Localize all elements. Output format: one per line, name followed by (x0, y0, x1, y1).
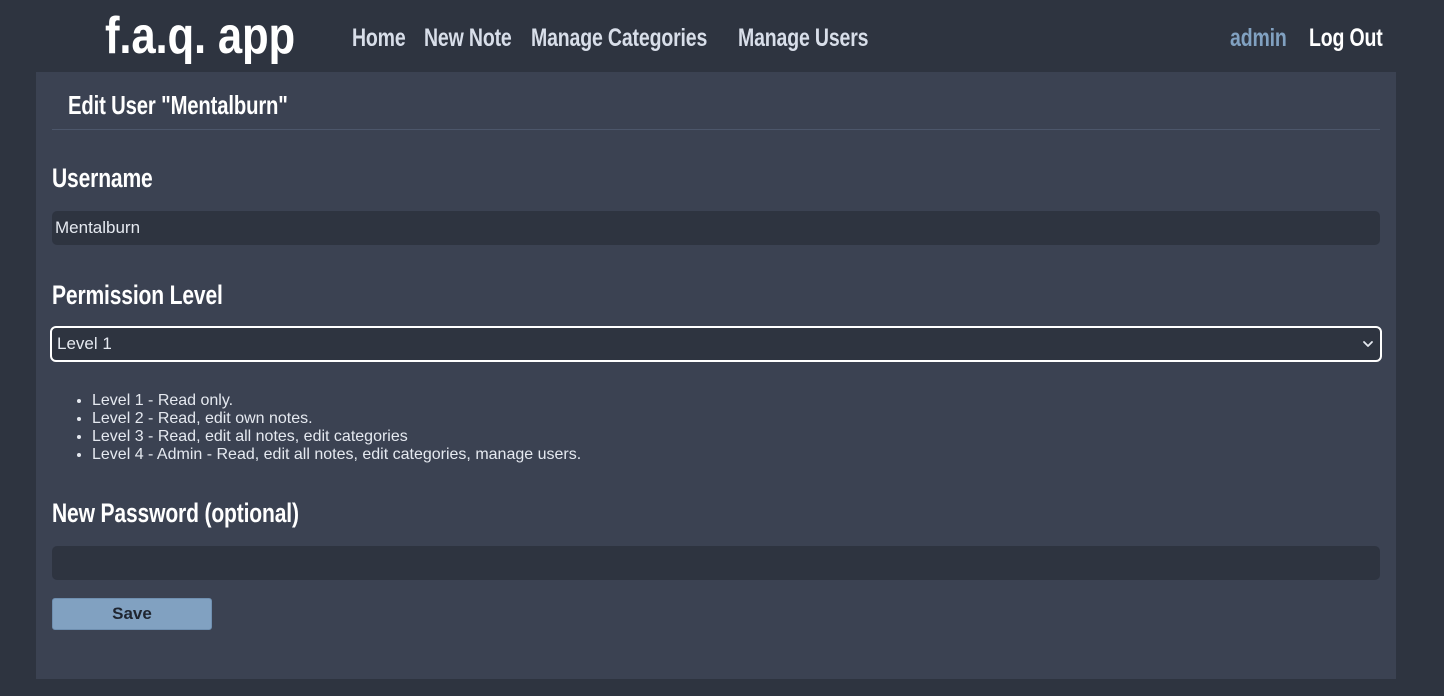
permission-level-descriptions: Level 1 - Read only. Level 2 - Read, edi… (36, 392, 581, 464)
new-password-input[interactable] (52, 546, 1380, 580)
nav-manage-categories[interactable]: Manage Categories (531, 22, 707, 54)
list-item: Level 4 - Admin - Read, edit all notes, … (92, 446, 581, 464)
current-user-link[interactable]: admin (1230, 22, 1287, 54)
nav-new-note[interactable]: New Note (424, 22, 512, 54)
app-logo[interactable]: f.a.q. app (105, 6, 295, 66)
save-button[interactable]: Save (52, 598, 212, 630)
list-item: Level 3 - Read, edit all notes, edit cat… (92, 428, 581, 446)
permission-level-select[interactable]: Level 1 (50, 326, 1382, 362)
permission-level-label: Permission Level (52, 280, 223, 310)
chevron-down-icon (1363, 341, 1373, 347)
top-header: f.a.q. app Home New Note Manage Categori… (0, 0, 1444, 72)
list-item: Level 2 - Read, edit own notes. (92, 410, 581, 428)
page-title: Edit User "Mentalburn" (68, 90, 288, 120)
permission-level-selected-value: Level 1 (57, 334, 112, 353)
nav-manage-users[interactable]: Manage Users (738, 22, 869, 54)
new-password-label: New Password (optional) (52, 498, 299, 528)
username-input[interactable] (52, 211, 1380, 245)
list-item: Level 1 - Read only. (92, 392, 581, 410)
logout-link[interactable]: Log Out (1309, 22, 1383, 54)
edit-user-panel: Edit User "Mentalburn" Username Permissi… (36, 72, 1396, 679)
title-divider (52, 129, 1380, 130)
nav-home[interactable]: Home (352, 22, 406, 54)
username-label: Username (52, 163, 153, 193)
